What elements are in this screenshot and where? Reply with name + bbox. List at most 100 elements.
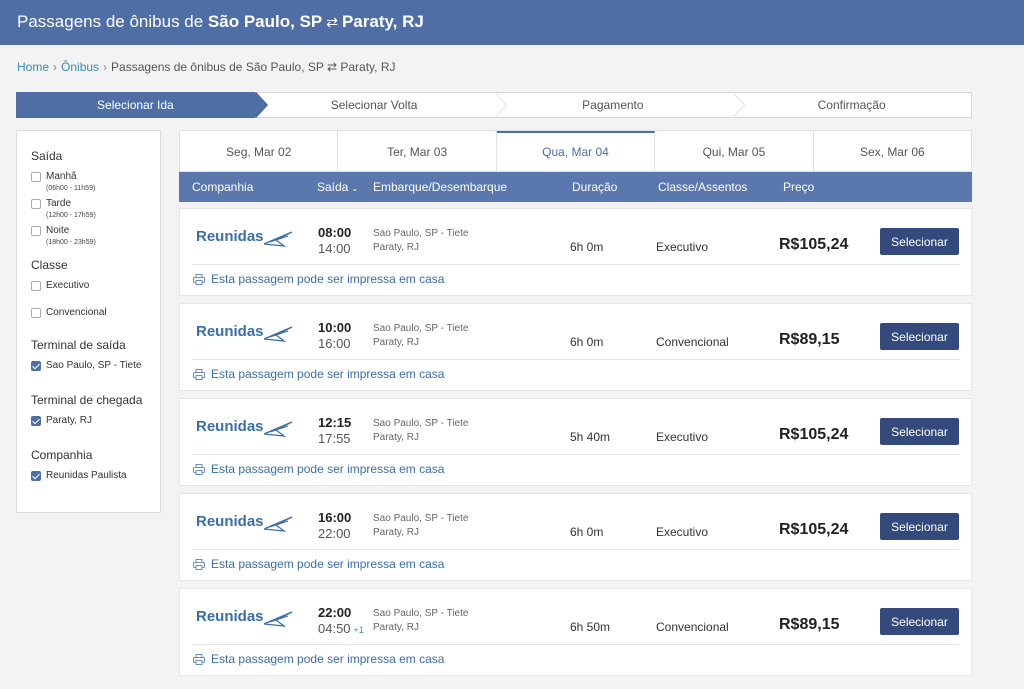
checkbox[interactable]	[31, 281, 41, 291]
trip-class: Executivo	[656, 240, 709, 254]
trip-stations: Sao Paulo, SP - Tiete Paraty, RJ	[373, 322, 468, 350]
departure-time: 08:00	[318, 225, 352, 240]
step-confirmacao: Confirmação	[732, 92, 972, 118]
step-pagamento: Pagamento	[493, 92, 746, 118]
trip-card: Reunidas 22:00 04:50 +1 Sao Paulo, SP - T…	[179, 588, 972, 676]
filter-sublabel: (18h00 - 23h59)	[46, 239, 96, 246]
arrival-station: Paraty, RJ	[373, 527, 419, 538]
company-name: Reunidas	[196, 513, 264, 530]
filter-sublabel: (06h00 - 11h59)	[46, 185, 96, 192]
column-header-company: Companhia	[192, 180, 254, 194]
filter-title-companhia: Companhia	[31, 448, 93, 462]
date-tab-active[interactable]: Qua, Mar 04	[496, 131, 656, 171]
date-tabs: Seg, Mar 02 Ter, Mar 03 Qua, Mar 04 Qui,…	[179, 130, 972, 172]
filter-option-manha[interactable]: Manhã	[31, 171, 146, 182]
arrival-station: Paraty, RJ	[373, 337, 419, 348]
print-note-text: Esta passagem pode ser impressa em casa	[211, 652, 445, 666]
divider	[192, 549, 959, 550]
column-header-class: Classe/Assentos	[658, 180, 748, 194]
reunidas-logo: Reunidas	[196, 228, 296, 252]
arrival-time: 16:00	[318, 336, 351, 351]
trip-card: Reunidas 08:00 14:00 Sao Paulo, SP - Tie…	[179, 208, 972, 296]
date-tab[interactable]: Ter, Mar 03	[338, 131, 497, 171]
boarding-station: Sao Paulo, SP - Tiete	[373, 513, 469, 524]
printer-icon	[193, 463, 205, 475]
filter-option-terminal-chegada[interactable]: Paraty, RJ	[31, 415, 146, 426]
logo-arrow-icon	[264, 326, 293, 342]
filter-option-noite[interactable]: Noite	[31, 225, 146, 236]
checkbox[interactable]	[31, 308, 41, 318]
select-trip-button[interactable]: Selecionar	[880, 418, 959, 445]
filter-label: Noite	[46, 225, 70, 236]
column-header-label: Saída	[317, 180, 349, 194]
trip-price: R$89,15	[779, 331, 840, 348]
filter-option-tarde[interactable]: Tarde	[31, 198, 146, 209]
chevron-right-icon: ›	[53, 60, 58, 74]
filter-option-executivo[interactable]: Executivo	[31, 280, 146, 291]
trip-card: Reunidas 12:15 17:55 Sao Paulo, SP - Tie…	[179, 398, 972, 486]
breadcrumb-home[interactable]: Home	[17, 60, 49, 74]
trip-times: 22:00 04:50 +1	[318, 605, 364, 636]
checkbox[interactable]	[31, 226, 41, 236]
logo-arrow-icon	[264, 516, 293, 532]
logo-arrow-icon	[264, 231, 293, 247]
checkbox[interactable]	[31, 199, 41, 209]
divider	[192, 264, 959, 265]
filter-label: Convencional	[46, 307, 107, 318]
trip-times: 16:00 22:00	[318, 510, 354, 541]
trip-card: Reunidas 16:00 22:00 Sao Paulo, SP - Tie…	[179, 493, 972, 581]
print-at-home-note: Esta passagem pode ser impressa em casa	[193, 557, 444, 571]
divider	[192, 454, 959, 455]
date-tab[interactable]: Qui, Mar 05	[655, 131, 814, 171]
column-header-price: Preço	[783, 180, 815, 194]
checkbox-checked[interactable]	[31, 361, 41, 371]
select-trip-button[interactable]: Selecionar	[880, 323, 959, 350]
page-header: Passagens de ônibus de São Paulo, SP ⇄ Par…	[0, 0, 1024, 45]
filter-title-terminal-saida: Terminal de saída	[31, 338, 126, 352]
step-label: Pagamento	[582, 98, 644, 112]
step-selecionar-volta: Selecionar Volta	[254, 92, 507, 118]
departure-time: 10:00	[318, 320, 352, 335]
chevron-right-icon: ›	[103, 60, 108, 74]
checkbox[interactable]	[31, 172, 41, 182]
trip-price: R$105,24	[779, 426, 849, 443]
step-label: Selecionar Ida	[97, 98, 174, 112]
filter-title-classe: Classe	[31, 258, 68, 272]
reunidas-logo: Reunidas	[196, 608, 296, 632]
print-at-home-note: Esta passagem pode ser impressa em casa	[193, 462, 444, 476]
reunidas-logo: Reunidas	[196, 418, 296, 442]
checkbox-checked[interactable]	[31, 471, 41, 481]
trip-class: Convencional	[656, 335, 729, 349]
filter-sidebar: Saída Manhã (06h00 - 11h59) Tarde (12h00…	[16, 130, 161, 513]
arrival-time: 22:00	[318, 526, 351, 541]
filter-label: Reunidas Paulista	[46, 470, 127, 481]
filter-option-companhia[interactable]: Reunidas Paulista	[31, 470, 146, 481]
select-trip-button[interactable]: Selecionar	[880, 513, 959, 540]
reunidas-logo: Reunidas	[196, 513, 296, 537]
print-at-home-note: Esta passagem pode ser impressa em casa	[193, 367, 444, 381]
date-tab[interactable]: Seg, Mar 02	[180, 131, 339, 171]
trip-stations: Sao Paulo, SP - Tiete Paraty, RJ	[373, 227, 468, 255]
boarding-station: Sao Paulo, SP - Tiete	[373, 323, 469, 334]
filter-label: Paraty, RJ	[46, 415, 92, 426]
column-header-departure[interactable]: Saída ⌄	[317, 180, 358, 194]
select-trip-button[interactable]: Selecionar	[880, 228, 959, 255]
filter-option-convencional[interactable]: Convencional	[31, 307, 146, 318]
filter-option-terminal-saida[interactable]: Sao Paulo, SP - Tiete	[31, 360, 146, 371]
trip-price: R$105,24	[779, 521, 849, 538]
arrival-time: 17:55	[318, 431, 351, 446]
trip-price: R$89,15	[779, 616, 840, 633]
divider	[192, 359, 959, 360]
select-trip-button[interactable]: Selecionar	[880, 608, 959, 635]
print-note-text: Esta passagem pode ser impressa em casa	[211, 367, 445, 381]
checkbox-checked[interactable]	[31, 416, 41, 426]
date-tab[interactable]: Sex, Mar 06	[814, 131, 971, 171]
departure-time: 16:00	[318, 510, 352, 525]
trip-class: Convencional	[656, 620, 729, 634]
print-note-text: Esta passagem pode ser impressa em casa	[211, 272, 445, 286]
header-origin: São Paulo, SP	[207, 12, 323, 31]
breadcrumb-onibus[interactable]: Ônibus	[61, 60, 99, 74]
filter-label: Manhã	[46, 171, 77, 182]
printer-icon	[193, 368, 205, 380]
step-label: Selecionar Volta	[330, 98, 418, 112]
